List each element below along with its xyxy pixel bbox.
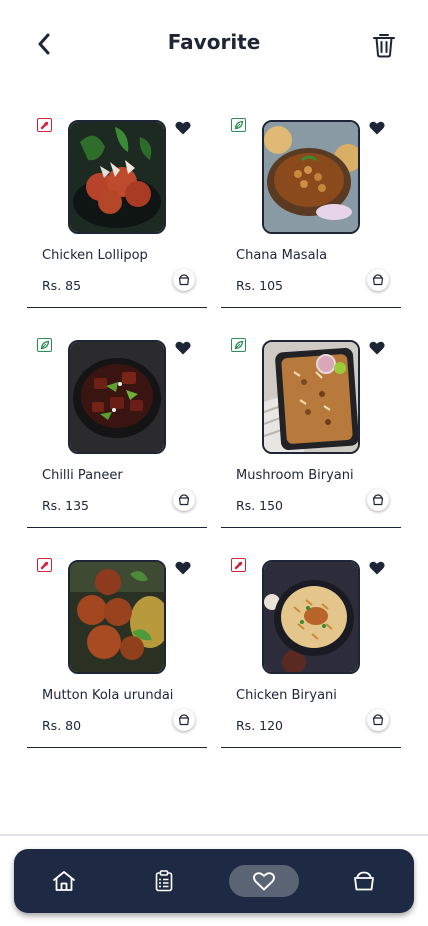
food-name: Chicken Lollipop	[42, 248, 148, 263]
favorite-heart-button[interactable]	[369, 560, 387, 576]
food-image	[68, 560, 166, 674]
add-to-cart-button[interactable]	[367, 269, 389, 291]
favorite-card[interactable]: Chicken Lollipop Rs. 85	[27, 110, 207, 308]
food-price: Rs. 85	[42, 278, 82, 293]
favorite-heart-button[interactable]	[369, 120, 387, 136]
shopping-bag-icon	[372, 714, 384, 726]
favorite-card[interactable]: Mushroom Biryani Rs. 150	[221, 330, 401, 528]
heart-filled-icon	[369, 121, 385, 135]
food-price: Rs. 80	[42, 718, 82, 733]
food-image	[68, 120, 166, 234]
add-to-cart-button[interactable]	[367, 489, 389, 511]
veg-indicator-icon	[37, 338, 52, 352]
food-image	[262, 560, 360, 674]
heart-filled-icon	[369, 341, 385, 355]
favorite-card[interactable]: Chilli Paneer Rs. 135	[27, 330, 207, 528]
heart-filled-icon	[175, 121, 191, 135]
nonveg-indicator-icon	[37, 558, 52, 572]
header: Favorite	[0, 24, 428, 64]
nonveg-indicator-icon	[37, 118, 52, 132]
food-image	[262, 340, 360, 454]
heart-filled-icon	[369, 561, 385, 575]
food-name: Chilli Paneer	[42, 468, 123, 483]
nav-favorites[interactable]	[229, 865, 299, 897]
shopping-bag-icon	[178, 714, 190, 726]
favorite-heart-button[interactable]	[369, 340, 387, 356]
nav-cart[interactable]	[329, 865, 399, 897]
favorite-heart-button[interactable]	[175, 560, 193, 576]
food-name: Chana Masala	[236, 248, 328, 263]
food-image	[68, 340, 166, 454]
heart-filled-icon	[175, 561, 191, 575]
favorite-heart-button[interactable]	[175, 120, 193, 136]
shopping-bag-icon	[178, 494, 190, 506]
card-divider	[221, 526, 401, 528]
card-divider	[27, 746, 207, 748]
home-icon	[53, 871, 75, 891]
page-title: Favorite	[167, 30, 261, 54]
food-image	[262, 120, 360, 234]
favorite-heart-button[interactable]	[175, 340, 193, 356]
food-price: Rs. 105	[236, 278, 284, 293]
food-name: Mutton Kola urundai	[42, 688, 174, 703]
nav-home[interactable]	[29, 865, 99, 897]
nonveg-indicator-icon	[231, 558, 246, 572]
delete-button[interactable]	[370, 30, 398, 60]
favorite-card[interactable]: Chicken Biryani Rs. 120	[221, 550, 401, 748]
heart-icon	[253, 871, 275, 890]
shopping-bag-icon	[372, 274, 384, 286]
add-to-cart-button[interactable]	[367, 709, 389, 731]
shopping-bag-icon	[178, 274, 190, 286]
card-divider	[27, 306, 207, 308]
food-price: Rs. 135	[42, 498, 90, 513]
favorite-card[interactable]: Chana Masala Rs. 105	[221, 110, 401, 308]
food-name: Mushroom Biryani	[236, 468, 354, 483]
nav-orders[interactable]	[129, 865, 199, 897]
clipboard-list-icon	[155, 870, 173, 892]
shopping-bag-icon	[354, 871, 374, 891]
card-divider	[221, 746, 401, 748]
veg-indicator-icon	[231, 118, 246, 132]
veg-indicator-icon	[231, 338, 246, 352]
add-to-cart-button[interactable]	[173, 489, 195, 511]
card-divider	[221, 306, 401, 308]
favorite-card[interactable]: Mutton Kola urundai Rs. 80	[27, 550, 207, 748]
card-divider	[27, 526, 207, 528]
food-price: Rs. 120	[236, 718, 284, 733]
heart-filled-icon	[175, 341, 191, 355]
add-to-cart-button[interactable]	[173, 269, 195, 291]
trash-icon	[373, 34, 395, 58]
bottom-navbar	[14, 849, 414, 913]
food-name: Chicken Biryani	[236, 688, 337, 703]
shopping-bag-icon	[372, 494, 384, 506]
add-to-cart-button[interactable]	[173, 709, 195, 731]
food-price: Rs. 150	[236, 498, 284, 513]
bottom-separator	[0, 834, 428, 836]
